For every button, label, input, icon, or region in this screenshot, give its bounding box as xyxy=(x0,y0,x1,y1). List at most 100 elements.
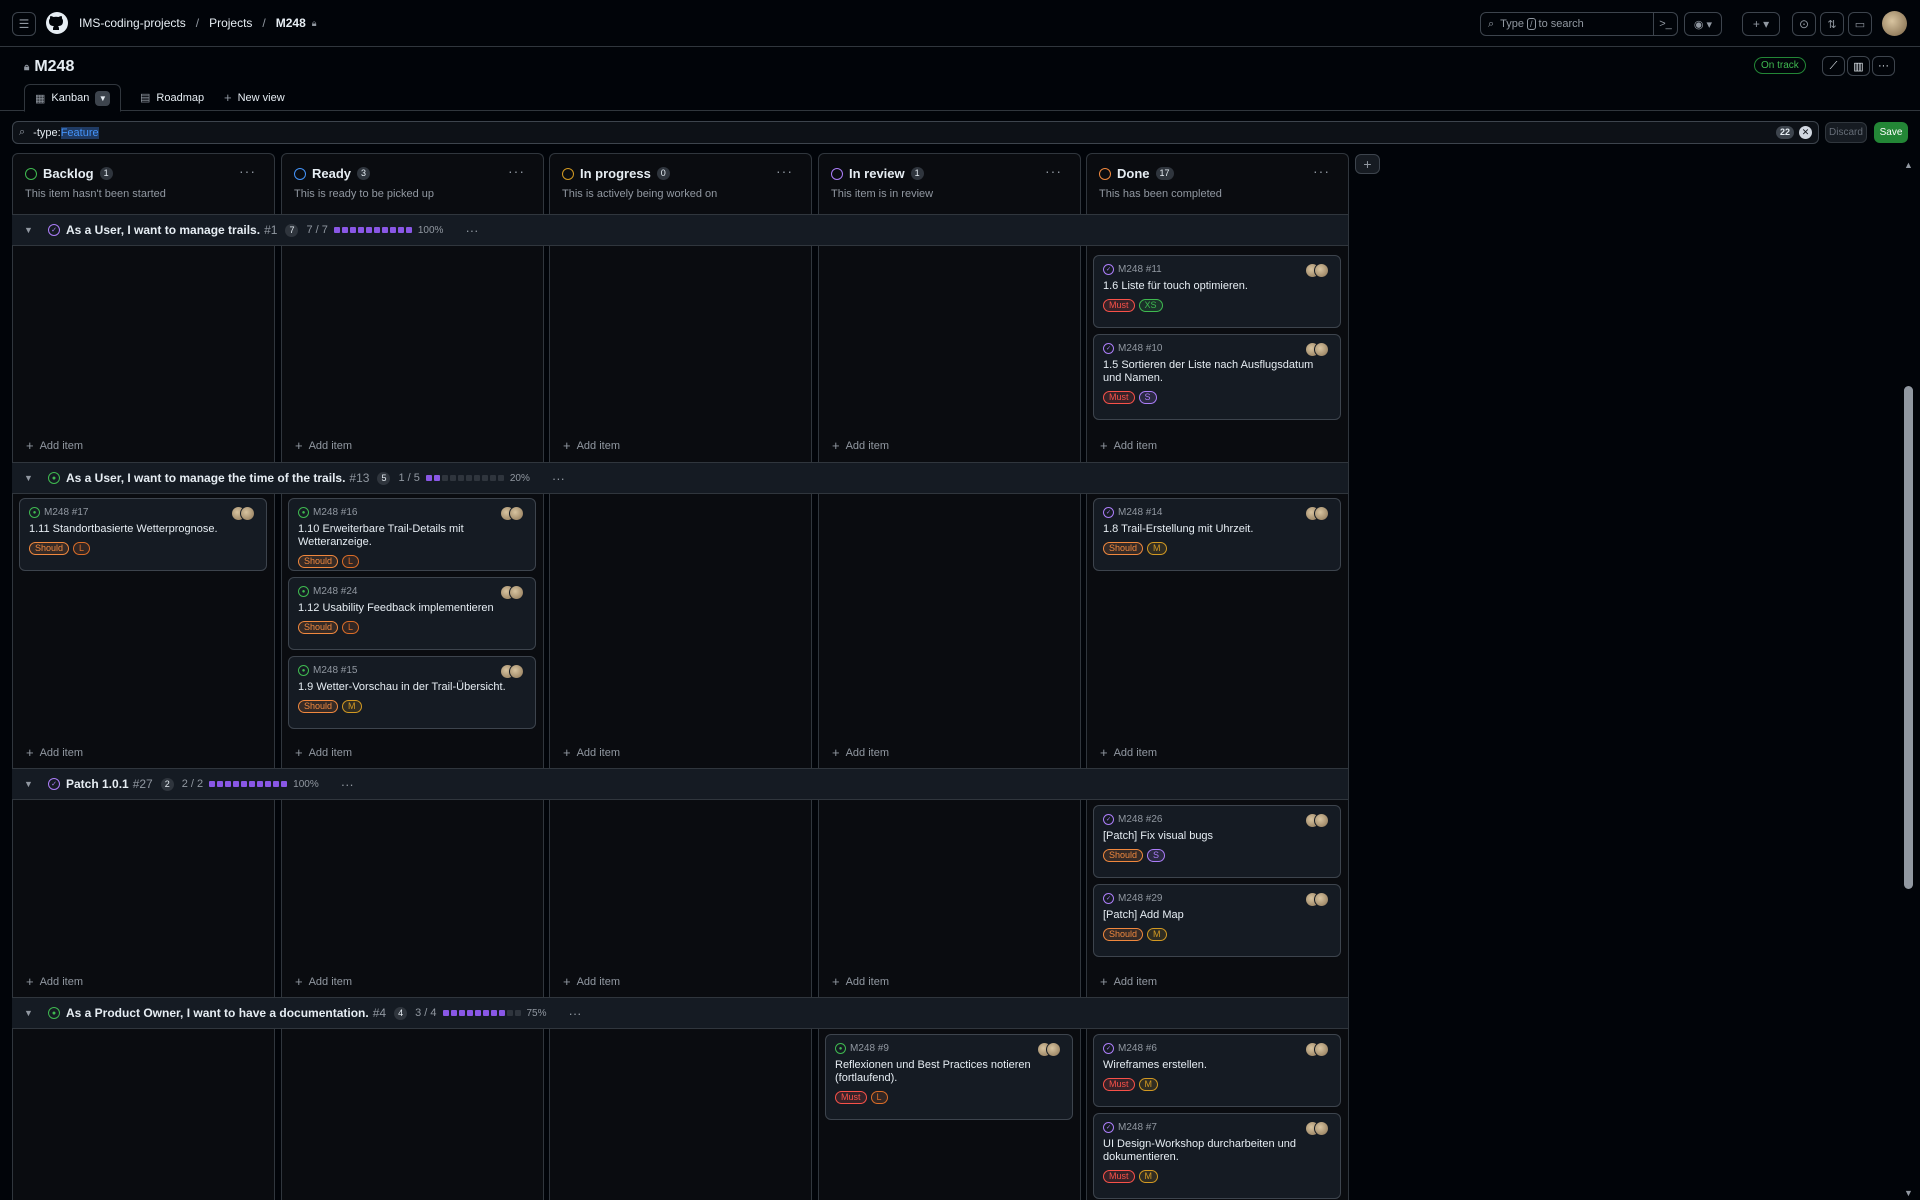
group-menu-icon[interactable]: ··· xyxy=(465,223,478,238)
column-menu-icon[interactable]: ··· xyxy=(776,163,793,179)
size-label[interactable]: XS xyxy=(1138,299,1163,312)
group-header[interactable]: ▼ ✓ As a User, I want to manage trails. #1 7… xyxy=(12,214,1348,246)
assignee-avatars[interactable] xyxy=(500,585,526,602)
priority-label[interactable]: Must xyxy=(1103,391,1135,404)
breadcrumb-org[interactable]: IMS-coding-projects xyxy=(79,16,186,30)
add-item-button[interactable]: + Add item xyxy=(832,974,889,989)
discard-button[interactable]: Discard xyxy=(1825,122,1867,143)
group-title[interactable]: As a User, I want to manage trails. xyxy=(66,223,260,237)
breadcrumb-project[interactable]: M248 xyxy=(276,16,306,30)
status-badge[interactable]: On track xyxy=(1754,57,1806,74)
user-avatar[interactable] xyxy=(1882,11,1907,36)
tab-options-button[interactable]: ▼ xyxy=(95,90,111,106)
tab-new-view[interactable]: + New view xyxy=(214,84,295,111)
column-menu-icon[interactable]: ··· xyxy=(1313,163,1330,179)
breadcrumb-projects[interactable]: Projects xyxy=(209,16,252,30)
card-title[interactable]: Wireframes erstellen. xyxy=(1103,1059,1331,1072)
column-menu-icon[interactable]: ··· xyxy=(508,163,525,179)
group-menu-icon[interactable]: ··· xyxy=(341,777,354,792)
add-column-button[interactable]: + xyxy=(1355,154,1380,174)
issue-card[interactable]: ✓ M248 #11 1.6 Liste für touch optimieren.… xyxy=(1093,255,1341,328)
scroll-up-icon[interactable]: ▲ xyxy=(1904,160,1913,170)
card-title[interactable]: Reflexionen und Best Practices notieren … xyxy=(835,1059,1063,1085)
assignee-avatars[interactable] xyxy=(500,664,526,681)
github-logo-icon[interactable] xyxy=(45,11,69,35)
add-item-button[interactable]: + Add item xyxy=(563,974,620,989)
add-item-button[interactable]: + Add item xyxy=(1100,438,1157,453)
issue-card[interactable]: ● M248 #17 1.11 Standortbasierte Wetterpro… xyxy=(19,498,267,571)
assignee-avatars[interactable] xyxy=(1305,506,1331,523)
chevron-down-icon[interactable]: ▼ xyxy=(24,473,38,483)
copilot-button[interactable]: ◉ ▾ xyxy=(1684,12,1722,36)
card-title[interactable]: 1.9 Wetter-Vorschau in der Trail-Übersic… xyxy=(298,681,526,694)
card-title[interactable]: [Patch] Add Map xyxy=(1103,909,1331,922)
size-label[interactable]: M xyxy=(1138,1170,1159,1183)
card-title[interactable]: 1.8 Trail-Erstellung mit Uhrzeit. xyxy=(1103,523,1331,536)
priority-label[interactable]: Must xyxy=(835,1091,867,1104)
size-label[interactable]: M xyxy=(342,700,362,713)
scrollbar-thumb[interactable] xyxy=(1904,386,1913,889)
add-item-button[interactable]: + Add item xyxy=(26,745,83,760)
size-label[interactable]: S xyxy=(1138,391,1157,404)
add-item-button[interactable]: + Add item xyxy=(563,745,620,760)
issue-card[interactable]: ● M248 #24 1.12 Usability Feedback impleme… xyxy=(288,577,536,650)
add-item-button[interactable]: + Add item xyxy=(1100,745,1157,760)
size-label[interactable]: L xyxy=(73,542,91,555)
priority-label[interactable]: Must xyxy=(1103,1170,1135,1183)
card-title[interactable]: 1.5 Sortieren der Liste nach Ausflugsdat… xyxy=(1103,359,1331,385)
issue-card[interactable]: ✓ M248 #26 [Patch] Fix visual bugs Should S xyxy=(1093,805,1341,878)
issues-button[interactable]: ⊙ xyxy=(1792,12,1816,36)
hamburger-menu-button[interactable]: ☰ xyxy=(12,12,36,36)
priority-label[interactable]: Should xyxy=(1103,849,1144,862)
issue-card[interactable]: ✓ M248 #29 [Patch] Add Map Should M xyxy=(1093,884,1341,957)
inbox-button[interactable]: ▭ xyxy=(1848,12,1872,36)
assignee-avatars[interactable] xyxy=(1305,1042,1331,1059)
card-title[interactable]: 1.12 Usability Feedback implementieren xyxy=(298,602,526,615)
issue-card[interactable]: ✓ M248 #10 1.5 Sortieren der Liste nach Au… xyxy=(1093,334,1341,420)
chevron-down-icon[interactable]: ▼ xyxy=(24,225,38,235)
group-menu-icon[interactable]: ··· xyxy=(569,1006,582,1021)
priority-label[interactable]: Should xyxy=(298,621,339,634)
priority-label[interactable]: Must xyxy=(1103,1078,1135,1091)
issue-card[interactable]: ● M248 #16 1.10 Erweiterbare Trail-Details… xyxy=(288,498,536,571)
group-header[interactable]: ▼ ✓ Patch 1.0.1 #27 2 2 / 2 100% ··· xyxy=(12,768,1348,800)
project-menu-button[interactable]: ··· xyxy=(1872,56,1895,76)
add-item-button[interactable]: + Add item xyxy=(26,438,83,453)
assignee-avatars[interactable] xyxy=(1305,1121,1331,1138)
pull-requests-button[interactable]: ⇅ xyxy=(1820,12,1844,36)
save-button[interactable]: Save xyxy=(1874,122,1908,143)
clear-filter-icon[interactable]: ✕ xyxy=(1799,126,1812,139)
issue-card[interactable]: ✓ M248 #14 1.8 Trail-Erstellung mit Uhrzei… xyxy=(1093,498,1341,571)
card-title[interactable]: 1.11 Standortbasierte Wetterprognose. xyxy=(29,523,257,536)
side-panel-button[interactable]: ▥ xyxy=(1847,56,1870,76)
assignee-avatars[interactable] xyxy=(1305,342,1331,359)
global-search-input[interactable]: ⌕ Type / to search >_ xyxy=(1480,12,1678,36)
column-menu-icon[interactable]: ··· xyxy=(1045,163,1062,179)
chevron-down-icon[interactable]: ▼ xyxy=(24,1008,38,1018)
add-item-button[interactable]: + Add item xyxy=(563,438,620,453)
card-title[interactable]: [Patch] Fix visual bugs xyxy=(1103,830,1331,843)
group-title[interactable]: As a User, I want to manage the time of … xyxy=(66,471,345,485)
column-menu-icon[interactable]: ··· xyxy=(239,163,256,179)
add-item-button[interactable]: + Add item xyxy=(295,974,352,989)
size-label[interactable]: M xyxy=(1147,542,1167,555)
priority-label[interactable]: Should xyxy=(298,555,339,568)
board-scrollbar[interactable]: ▲ ▼ xyxy=(1902,156,1916,1200)
card-title[interactable]: 1.10 Erweiterbare Trail-Details mit Wett… xyxy=(298,523,526,549)
command-palette-icon[interactable]: >_ xyxy=(1653,12,1677,36)
size-label[interactable]: M xyxy=(1138,1078,1159,1091)
assignee-avatars[interactable] xyxy=(500,506,526,523)
add-item-button[interactable]: + Add item xyxy=(832,745,889,760)
add-item-button[interactable]: + Add item xyxy=(295,438,352,453)
assignee-avatars[interactable] xyxy=(231,506,257,523)
priority-label[interactable]: Should xyxy=(298,700,339,713)
priority-label[interactable]: Should xyxy=(29,542,70,555)
group-header[interactable]: ▼ ● As a Product Owner, I want to have a d… xyxy=(12,997,1348,1029)
issue-card[interactable]: ● M248 #9 Reflexionen und Best Practices n… xyxy=(825,1034,1073,1120)
issue-card[interactable]: ✓ M248 #6 Wireframes erstellen. Must M xyxy=(1093,1034,1341,1107)
add-item-button[interactable]: + Add item xyxy=(1100,974,1157,989)
card-title[interactable]: 1.6 Liste für touch optimieren. xyxy=(1103,280,1331,293)
group-header[interactable]: ▼ ● As a User, I want to manage the time o… xyxy=(12,462,1348,494)
issue-card[interactable]: ● M248 #15 1.9 Wetter-Vorschau in der Trai… xyxy=(288,656,536,729)
priority-label[interactable]: Should xyxy=(1103,542,1144,555)
